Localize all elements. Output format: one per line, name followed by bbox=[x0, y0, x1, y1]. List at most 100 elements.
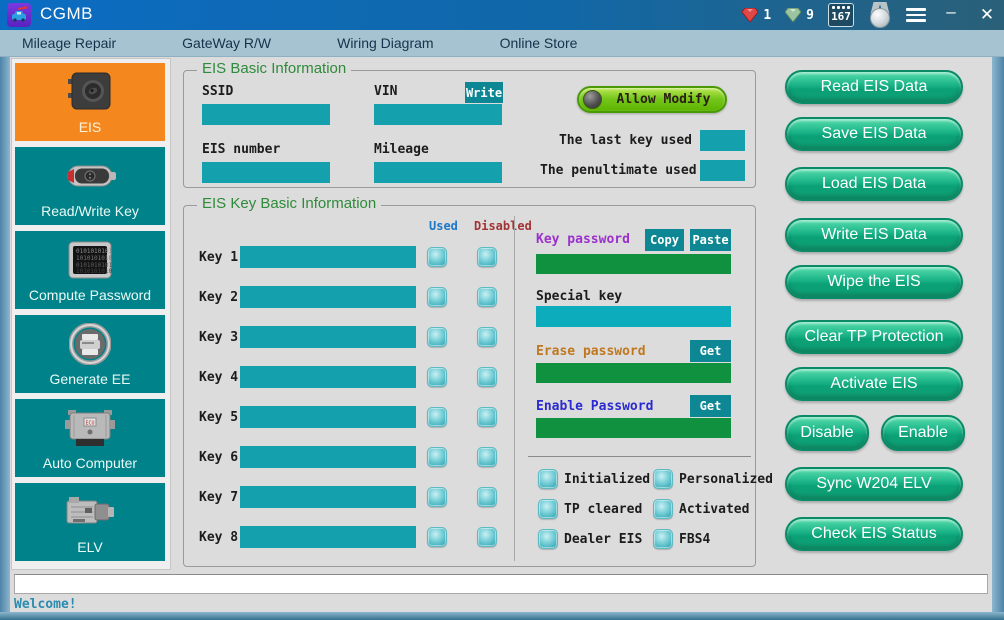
window-frame-bottom bbox=[0, 612, 1004, 620]
activated-checkbox[interactable] bbox=[653, 499, 673, 519]
clear-tp-protection-button[interactable]: Clear TP Protection bbox=[785, 320, 963, 354]
wipe-the-eis-button[interactable]: Wipe the EIS bbox=[785, 265, 963, 299]
progress-bar bbox=[14, 574, 988, 594]
initialized-checkbox[interactable] bbox=[538, 469, 558, 489]
used-checkbox[interactable] bbox=[427, 447, 447, 467]
key-value-field[interactable] bbox=[240, 246, 416, 268]
key-password-label: Key password bbox=[536, 232, 630, 247]
menu-item-mileage-repair[interactable]: Mileage Repair bbox=[8, 30, 130, 57]
write-eis-data-button[interactable]: Write EIS Data bbox=[785, 218, 963, 252]
tp-cleared-checkbox[interactable] bbox=[538, 499, 558, 519]
app-logo-icon bbox=[7, 3, 31, 27]
used-checkbox[interactable] bbox=[427, 527, 447, 547]
key-label: Key 8 bbox=[199, 530, 238, 545]
save-eis-data-button[interactable]: Save EIS Data bbox=[785, 117, 963, 151]
used-checkbox[interactable] bbox=[427, 247, 447, 267]
used-checkbox[interactable] bbox=[427, 327, 447, 347]
key-value-field[interactable] bbox=[240, 486, 416, 508]
red-gem-badge: 1 bbox=[742, 8, 771, 23]
minimize-button[interactable]: – bbox=[940, 2, 962, 22]
action-button-column: Read EIS Data Save EIS Data Load EIS Dat… bbox=[785, 68, 963, 558]
disabled-checkbox[interactable] bbox=[477, 487, 497, 507]
ecu-icon: ECU bbox=[15, 405, 165, 451]
used-checkbox[interactable] bbox=[427, 407, 447, 427]
activate-eis-button[interactable]: Activate EIS bbox=[785, 367, 963, 401]
key-value-field[interactable] bbox=[240, 526, 416, 548]
used-checkbox[interactable] bbox=[427, 367, 447, 387]
menu-hamburger-button[interactable] bbox=[906, 8, 926, 22]
enable-password-get-button[interactable]: Get bbox=[690, 395, 731, 417]
enable-button[interactable]: Enable bbox=[881, 415, 965, 451]
dealer-eis-checkbox[interactable] bbox=[538, 529, 558, 549]
close-button[interactable]: ✕ bbox=[976, 5, 998, 25]
key-password-field[interactable] bbox=[536, 254, 731, 274]
vin-write-button[interactable]: Write bbox=[465, 82, 503, 103]
flag-label: TP cleared bbox=[564, 502, 642, 517]
key-value-field[interactable] bbox=[240, 406, 416, 428]
sync-w204-elv-button[interactable]: Sync W204 ELV bbox=[785, 467, 963, 501]
calendar-icon[interactable]: 167 bbox=[828, 3, 854, 27]
load-eis-data-button[interactable]: Load EIS Data bbox=[785, 167, 963, 201]
key-value-field[interactable] bbox=[240, 366, 416, 388]
sidebar-item-label: Auto Computer bbox=[43, 455, 137, 471]
sidebar-item-compute-password[interactable]: 0101010101 1010101010 0101010101 1010101… bbox=[15, 231, 165, 309]
eis-number-field[interactable] bbox=[202, 162, 330, 183]
ssid-label: SSID bbox=[202, 84, 233, 99]
sidebar: EIS Read/Write Key 010101010 bbox=[11, 58, 171, 570]
used-column-header: Used bbox=[429, 219, 458, 233]
car-key-icon bbox=[15, 153, 165, 199]
copy-button[interactable]: Copy bbox=[645, 229, 684, 251]
mileage-field[interactable] bbox=[374, 162, 502, 183]
disable-button[interactable]: Disable bbox=[785, 415, 869, 451]
disabled-checkbox[interactable] bbox=[477, 287, 497, 307]
flags-divider bbox=[528, 456, 751, 457]
special-key-field[interactable] bbox=[536, 306, 731, 327]
disabled-checkbox[interactable] bbox=[477, 367, 497, 387]
key-value-field[interactable] bbox=[240, 446, 416, 468]
flag-label: Dealer EIS bbox=[564, 532, 642, 547]
flag-label: Initialized bbox=[564, 472, 650, 487]
fbs4-checkbox[interactable] bbox=[653, 529, 673, 549]
key-value-field[interactable] bbox=[240, 286, 416, 308]
paste-button[interactable]: Paste bbox=[690, 229, 731, 251]
sidebar-item-generate-ee[interactable]: Generate EE bbox=[15, 315, 165, 393]
disabled-checkbox[interactable] bbox=[477, 407, 497, 427]
personalized-checkbox[interactable] bbox=[653, 469, 673, 489]
red-gem-icon bbox=[742, 8, 758, 22]
check-eis-status-button[interactable]: Check EIS Status bbox=[785, 517, 963, 551]
vin-label: VIN bbox=[374, 84, 397, 99]
sidebar-item-auto-computer[interactable]: ECU Auto Computer bbox=[15, 399, 165, 477]
vin-field[interactable] bbox=[374, 104, 502, 125]
group-title: EIS Basic Information bbox=[197, 60, 351, 77]
key-label: Key 7 bbox=[199, 490, 238, 505]
key-label: Key 1 bbox=[199, 250, 238, 265]
disabled-checkbox[interactable] bbox=[477, 247, 497, 267]
key-value-field[interactable] bbox=[240, 326, 416, 348]
enable-password-field[interactable] bbox=[536, 418, 731, 438]
read-eis-data-button[interactable]: Read EIS Data bbox=[785, 70, 963, 104]
disabled-checkbox[interactable] bbox=[477, 327, 497, 347]
menu-item-online-store[interactable]: Online Store bbox=[486, 30, 592, 57]
last-key-used-field[interactable] bbox=[700, 130, 745, 151]
erase-password-get-button[interactable]: Get bbox=[690, 340, 731, 362]
disabled-checkbox[interactable] bbox=[477, 447, 497, 467]
erase-password-field[interactable] bbox=[536, 363, 731, 383]
allow-modify-toggle[interactable]: Allow Modify bbox=[577, 86, 727, 113]
menu-bar: Mileage Repair GateWay R/W Wiring Diagra… bbox=[0, 30, 1004, 57]
flag-label: Activated bbox=[679, 502, 749, 517]
menu-item-wiring-diagram[interactable]: Wiring Diagram bbox=[323, 30, 447, 57]
used-checkbox[interactable] bbox=[427, 287, 447, 307]
disabled-checkbox[interactable] bbox=[477, 527, 497, 547]
special-key-label: Special key bbox=[536, 289, 622, 304]
sidebar-item-elv[interactable]: ELV bbox=[15, 483, 165, 561]
penultimate-used-field[interactable] bbox=[700, 160, 745, 181]
group-title: EIS Key Basic Information bbox=[197, 195, 381, 212]
sidebar-item-read-write-key[interactable]: Read/Write Key bbox=[15, 147, 165, 225]
key-row: Key 3 bbox=[184, 326, 514, 348]
used-checkbox[interactable] bbox=[427, 487, 447, 507]
sidebar-item-eis[interactable]: EIS bbox=[15, 63, 165, 141]
ssid-field[interactable] bbox=[202, 104, 330, 125]
menu-item-gateway-rw[interactable]: GateWay R/W bbox=[168, 30, 285, 57]
allow-modify-label: Allow Modify bbox=[602, 92, 725, 107]
medal-icon[interactable] bbox=[868, 2, 892, 28]
